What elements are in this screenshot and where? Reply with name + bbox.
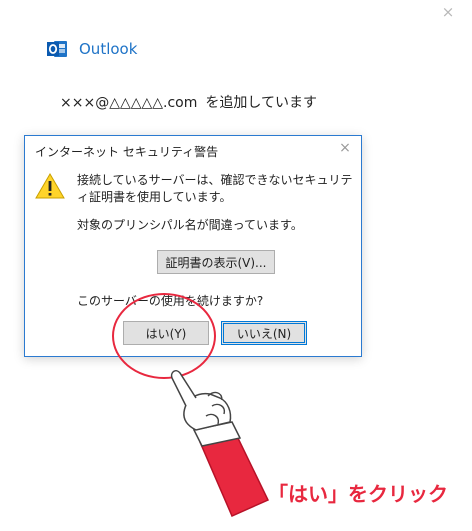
dialog-close-button[interactable]: × [337, 140, 353, 156]
security-warning-message: 接続しているサーバーは、確認できないセキュリティ証明書を使用しています。 [77, 173, 353, 204]
account-address: ×××@△△△△△.com [60, 95, 198, 111]
security-alert-dialog: インターネット セキュリティ警告 × 接続しているサーバーは、確認できないセキュ… [24, 135, 362, 357]
principal-name-message: 対象のプリンシパル名が間違っています。 [77, 218, 303, 232]
outlook-brand: Outlook [46, 38, 137, 60]
outlook-logo-icon [47, 41, 67, 57]
app-name: Outlook [79, 40, 138, 58]
continue-question: このサーバーの使用を続けますか? [77, 294, 264, 308]
adding-status-text: を追加しています [205, 95, 317, 111]
yes-button[interactable]: はい(Y) [123, 321, 209, 345]
no-button[interactable]: いいえ(N) [221, 321, 307, 345]
adding-account-status: ×××@△△△△△.com を追加しています [60, 92, 317, 112]
warning-icon [35, 173, 65, 199]
click-instruction-callout: 「はい」をクリック [268, 482, 448, 506]
view-certificate-button[interactable]: 証明書の表示(V)... [157, 250, 275, 274]
window-close-button[interactable]: × [440, 4, 456, 20]
dialog-title: インターネット セキュリティ警告 [35, 145, 219, 159]
